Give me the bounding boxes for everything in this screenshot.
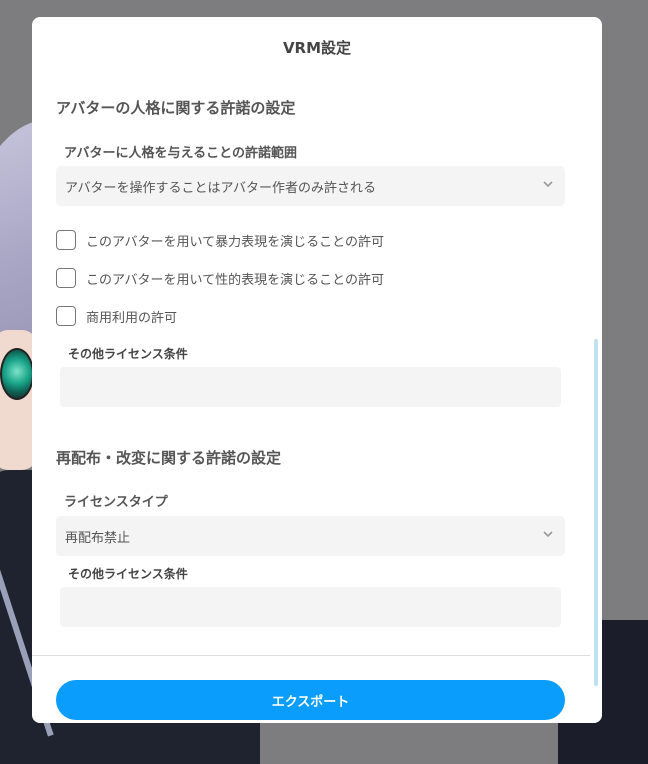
redistribution-other-license-input[interactable]	[60, 587, 561, 627]
personality-section-heading: アバターの人格に関する許諾の設定	[56, 99, 296, 117]
personality-other-license-input[interactable]	[60, 367, 561, 407]
personality-scope-value: アバターを操作することはアバター作者のみ許される	[65, 180, 376, 196]
commercial-permission-label: 商用利用の許可	[86, 310, 178, 326]
personality-scope-label: アバターに人格を与えることの許諾範囲	[64, 146, 297, 161]
scrollbar[interactable]	[594, 339, 598, 686]
avatar-eye	[0, 348, 34, 400]
vrm-settings-dialog: VRM設定 アバターの人格に関する許諾の設定 アバターに人格を与えることの許諾範…	[32, 17, 602, 723]
violence-permission-checkbox[interactable]	[56, 230, 76, 250]
sexual-permission-label: このアバターを用いて性的表現を演じることの許可	[86, 272, 384, 288]
personality-scope-select[interactable]: アバターを操作することはアバター作者のみ許される	[56, 166, 565, 206]
redistribution-other-license-label: その他ライセンス条件	[68, 567, 188, 581]
redistribution-section-heading: 再配布・改変に関する許諾の設定	[56, 449, 282, 467]
sexual-permission-checkbox[interactable]	[56, 268, 76, 288]
footer-divider	[32, 655, 590, 656]
violence-permission-label: このアバターを用いて暴力表現を演じることの許可	[86, 234, 384, 250]
license-type-label: ライセンスタイプ	[64, 495, 168, 510]
chevron-down-icon	[543, 181, 553, 188]
violence-permission-checkbox-row[interactable]: このアバターを用いて暴力表現を演じることの許可	[56, 230, 384, 250]
license-type-select[interactable]: 再配布禁止	[56, 516, 565, 556]
commercial-permission-checkbox[interactable]	[56, 306, 76, 326]
commercial-permission-checkbox-row[interactable]: 商用利用の許可	[56, 306, 177, 326]
license-type-value: 再配布禁止	[65, 530, 131, 546]
export-button[interactable]: エクスポート	[56, 680, 565, 720]
dialog-title: VRM設定	[282, 39, 352, 57]
chevron-down-icon	[543, 531, 553, 538]
sexual-permission-checkbox-row[interactable]: このアバターを用いて性的表現を演じることの許可	[56, 268, 384, 288]
personality-other-license-label: その他ライセンス条件	[68, 347, 188, 361]
